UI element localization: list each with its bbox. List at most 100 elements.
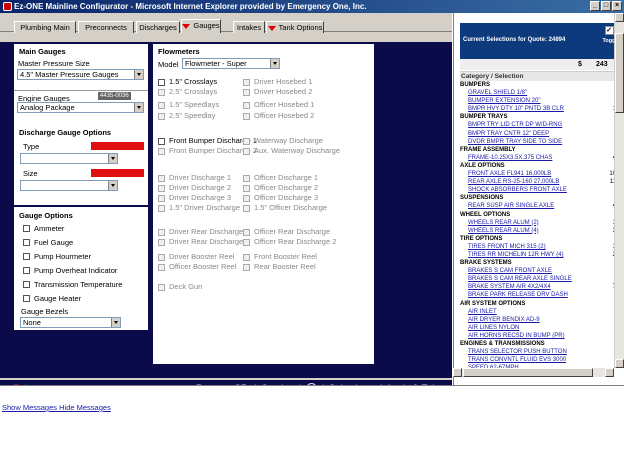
selection-row[interactable]: BMPR HVY DTY 10" PNTD 3B CLR1: [460, 105, 616, 113]
tab-preconnects[interactable]: Preconnects: [78, 21, 134, 33]
selection-link[interactable]: AIR DRYER BENDIX AD-9: [468, 317, 540, 323]
selection-link[interactable]: AIR INLET: [468, 309, 497, 315]
flowmeter-option-checkbox[interactable]: [243, 102, 250, 109]
flowmeter-option-checkbox[interactable]: [158, 264, 165, 271]
selection-row[interactable]: AIR DRYER BENDIX AD-9: [460, 316, 616, 324]
selection-row[interactable]: SHOCK ABSORBERS FRONT AXLE: [460, 186, 616, 194]
selection-row[interactable]: REAR AXLE RS-25-160 27,000LB 11: [460, 178, 616, 186]
selection-link[interactable]: AIR HORNS RECSD IN BUMP (PR): [468, 333, 565, 339]
scroll-down-arrow-icon[interactable]: [615, 359, 624, 368]
selection-row[interactable]: GRAVEL SHIELD 1/8": [460, 89, 616, 97]
scroll-up-arrow-icon[interactable]: [615, 13, 624, 22]
size-select[interactable]: [20, 180, 118, 191]
selection-row[interactable]: BMPR TRY LID CTR DP W/D-RNG: [460, 121, 616, 129]
flowmeter-option-checkbox[interactable]: [158, 79, 165, 86]
flowmeter-option-checkbox[interactable]: [158, 148, 165, 155]
selection-row[interactable]: BRAKE SYSTEM AIR 4X2/4X47: [460, 283, 616, 291]
show-messages-link[interactable]: Show Messages: [2, 403, 57, 412]
flowmeter-option-checkbox[interactable]: [243, 254, 250, 261]
flowmeter-option-checkbox[interactable]: [158, 284, 165, 291]
selection-link[interactable]: TRANS CONVNTL FLUID EVS 3000: [468, 357, 566, 363]
selection-link[interactable]: TIRES RR MICHELIN 12R HWY (4): [468, 252, 564, 258]
tab-plumbing-main[interactable]: Plumbing Main: [14, 21, 76, 33]
pump-hourmeter-checkbox[interactable]: [23, 253, 30, 260]
selection-row[interactable]: AIR LINES NYLON: [460, 324, 616, 332]
flowmeter-option-checkbox[interactable]: [243, 264, 250, 271]
minimize-button[interactable]: _: [590, 1, 600, 11]
selection-link[interactable]: BUMPER EXTENSION 20": [468, 98, 540, 104]
selection-row[interactable]: AIR HORNS RECSD IN BUMP (PR): [460, 332, 616, 340]
engine-gauges-select[interactable]: Analog Package: [17, 102, 144, 113]
selection-link[interactable]: TRANS SELECTOR PUSH BUTTON: [468, 349, 567, 355]
flowmeter-option-checkbox[interactable]: [243, 89, 250, 96]
flowmeter-option-checkbox[interactable]: [158, 89, 165, 96]
selection-row[interactable]: BRAKES S CAM FRONT AXLE: [460, 267, 616, 275]
scroll-left-arrow-icon[interactable]: [453, 368, 462, 377]
selection-link[interactable]: SHOCK ABSORBERS FRONT AXLE: [468, 187, 567, 193]
flowmeter-option-checkbox[interactable]: [243, 195, 250, 202]
selection-row[interactable]: REAR SUSP AIR SINGLE AXLE4: [460, 202, 616, 210]
type-select[interactable]: [20, 153, 118, 164]
selection-row[interactable]: BRAKES S CAM REAR AXLE SINGLE: [460, 275, 616, 283]
selection-link[interactable]: BMPR HVY DTY 10" PNTD 3B CLR: [468, 106, 564, 112]
flowmeter-option-checkbox[interactable]: [243, 79, 250, 86]
flowmeter-option-checkbox[interactable]: [243, 239, 250, 246]
selection-link[interactable]: BRAKE PARK RELEASE DRV DASH: [468, 292, 568, 298]
scroll-thumb[interactable]: [463, 368, 593, 377]
close-button[interactable]: ×: [612, 1, 622, 11]
selection-link[interactable]: REAR SUSP AIR SINGLE AXLE: [468, 203, 554, 209]
flowmeter-option-checkbox[interactable]: [158, 239, 165, 246]
tab-discharges[interactable]: Discharges: [136, 21, 180, 33]
selection-row[interactable]: TIRES RR MICHELIN 12R HWY (4)2: [460, 251, 616, 259]
selection-link[interactable]: BMPR TRAY CNTR 12" DEEP: [468, 131, 549, 137]
selection-link[interactable]: FRAME-10.25X3.5X.375 CHAS: [468, 155, 552, 161]
selection-link[interactable]: DVDR BMPR TRAY SIDE TO SIDE: [468, 139, 562, 145]
selection-link[interactable]: WHEELS REAR ALUM (2): [468, 220, 539, 226]
selection-row[interactable]: DVDR BMPR TRAY SIDE TO SIDE: [460, 138, 616, 146]
selection-row[interactable]: WHEELS REAR ALUM (4)3: [460, 227, 616, 235]
scroll-thumb[interactable]: [615, 33, 624, 113]
flowmeter-option-checkbox[interactable]: [243, 205, 250, 212]
selection-row[interactable]: TIRES FRONT MICH 315 (2)1: [460, 243, 616, 251]
master-pressure-select[interactable]: 4.5" Master Pressure Gauges: [17, 69, 144, 80]
selection-row[interactable]: TRANS CONVNTL FLUID EVS 3000: [460, 356, 616, 364]
maximize-button[interactable]: □: [601, 1, 611, 11]
selection-link[interactable]: WHEELS REAR ALUM (4): [468, 228, 539, 234]
selection-row[interactable]: BMPR TRAY CNTR 12" DEEP: [460, 130, 616, 138]
selection-row[interactable]: WHEELS REAR ALUM (2)1: [460, 219, 616, 227]
selection-link[interactable]: GRAVEL SHIELD 1/8": [468, 90, 527, 96]
hide-messages-link[interactable]: Hide Messages: [59, 403, 111, 412]
flowmeter-option-checkbox[interactable]: [158, 138, 165, 145]
tab-intakes[interactable]: Intakes: [233, 21, 265, 33]
selection-row[interactable]: FRONT AXLE FL941 16,000LB 10: [460, 170, 616, 178]
flowmeter-option-checkbox[interactable]: [158, 113, 165, 120]
selection-link[interactable]: AIR LINES NYLON: [468, 325, 519, 331]
selection-row[interactable]: AIR INLET: [460, 308, 616, 316]
selection-link[interactable]: FRONT AXLE FL941 16,000LB: [468, 171, 551, 177]
flowmeter-option-checkbox[interactable]: [243, 138, 250, 145]
flowmeter-option-checkbox[interactable]: [158, 102, 165, 109]
selection-row[interactable]: BUMPER EXTENSION 20": [460, 97, 616, 105]
flowmeter-option-checkbox[interactable]: [158, 175, 165, 182]
selection-link[interactable]: BRAKES S CAM FRONT AXLE: [468, 268, 552, 274]
pump-overheat-indicator-checkbox[interactable]: [23, 267, 30, 274]
flowmeter-option-checkbox[interactable]: [243, 113, 250, 120]
gauge-bezels-select[interactable]: None: [20, 317, 121, 328]
flowmeter-option-checkbox[interactable]: [243, 148, 250, 155]
selection-link[interactable]: BMPR TRY LID CTR DP W/D-RNG: [468, 122, 562, 128]
ammeter-checkbox[interactable]: [23, 225, 30, 232]
flowmeter-option-checkbox[interactable]: [243, 185, 250, 192]
selection-link[interactable]: BRAKES S CAM REAR AXLE SINGLE: [468, 276, 572, 282]
selection-link[interactable]: BRAKE SYSTEM AIR 4X2/4X4: [468, 284, 551, 290]
selection-row[interactable]: BRAKE PARK RELEASE DRV DASH: [460, 291, 616, 299]
selection-link[interactable]: REAR AXLE RS-25-160 27,000LB: [468, 179, 559, 185]
vertical-scrollbar[interactable]: [614, 13, 624, 368]
flowmeter-option-checkbox[interactable]: [158, 205, 165, 212]
horizontal-scrollbar[interactable]: [453, 368, 614, 377]
selection-row[interactable]: TRANS SELECTOR PUSH BUTTON: [460, 348, 616, 356]
flowmeter-option-checkbox[interactable]: [243, 229, 250, 236]
flowmeter-option-checkbox[interactable]: [158, 254, 165, 261]
tab-tank-options[interactable]: Tank Options: [266, 21, 324, 33]
gauge-heater-checkbox[interactable]: [23, 295, 30, 302]
flowmeter-model-select[interactable]: Flowmeter - Super: [182, 58, 280, 69]
